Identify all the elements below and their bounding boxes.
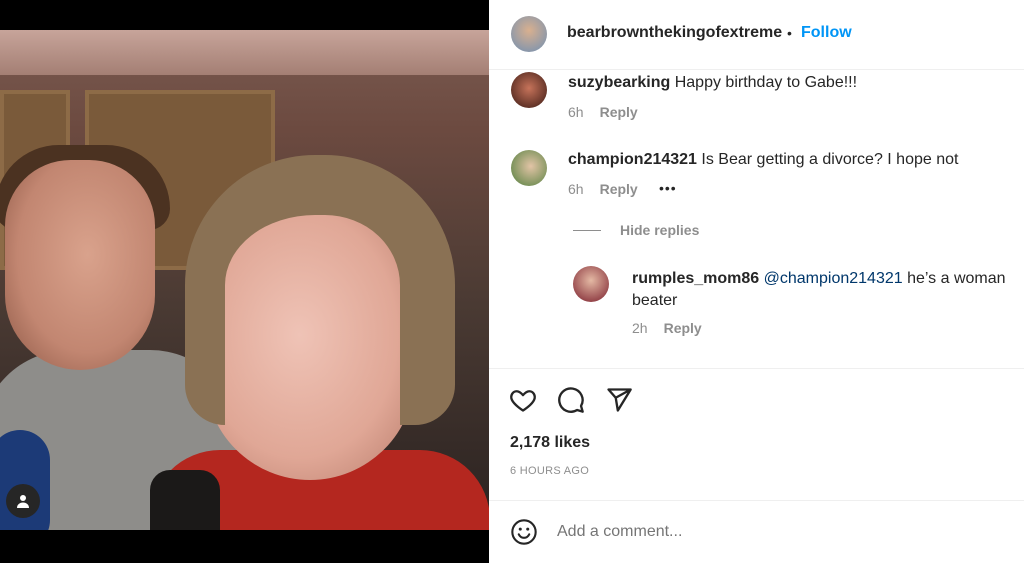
comment-meta: 6h Reply xyxy=(568,104,638,120)
actions-divider xyxy=(489,368,1024,369)
reply-meta: 2h Reply xyxy=(632,320,702,336)
photo-person-left-face xyxy=(5,160,155,370)
comment-item: champion214321 Is Bear getting a divorce… xyxy=(568,151,958,169)
header-separator: • xyxy=(787,25,792,41)
post-side-panel: bearbrownthekingofextreme • Follow suzyb… xyxy=(489,0,1024,563)
post-header: bearbrownthekingofextreme • Follow xyxy=(489,0,1024,70)
comment-text: Happy birthday to Gabe!!! xyxy=(674,74,858,91)
comment-item: suzybearking Happy birthday to Gabe!!! xyxy=(568,74,857,92)
photo-ceiling xyxy=(0,30,489,75)
commenter-avatar[interactable] xyxy=(511,150,547,186)
reply-item: rumples_mom86 @champion214321 he’s a wom… xyxy=(632,268,1012,312)
reply-avatar[interactable] xyxy=(573,266,609,302)
comment-bar xyxy=(489,500,1024,563)
reply-text-line1: he’s a woman xyxy=(902,270,1006,287)
photo-strap xyxy=(150,470,220,530)
reply-username[interactable]: rumples_mom86 xyxy=(632,270,759,287)
hide-replies-button[interactable]: Hide replies xyxy=(620,222,699,238)
follow-button[interactable]: Follow xyxy=(801,24,852,42)
instagram-post-view: bearbrownthekingofextreme • Follow suzyb… xyxy=(0,0,1024,563)
comment-text: Is Bear getting a divorce? I hope not xyxy=(701,151,959,168)
author-username[interactable]: bearbrownthekingofextreme xyxy=(567,24,782,42)
more-options-icon[interactable]: ••• xyxy=(659,180,677,196)
author-avatar[interactable] xyxy=(511,16,547,52)
commenter-avatar[interactable] xyxy=(511,72,547,108)
emoji-icon[interactable] xyxy=(510,518,538,551)
photo-person-right-hair xyxy=(185,155,455,425)
post-photo[interactable] xyxy=(0,30,489,530)
add-comment-input[interactable] xyxy=(557,523,977,541)
hide-replies-line xyxy=(573,230,601,231)
reply-button[interactable]: Reply xyxy=(600,181,638,197)
post-timestamp: 6 HOURS AGO xyxy=(510,465,590,477)
post-media[interactable] xyxy=(0,0,489,563)
comment-username[interactable]: suzybearking xyxy=(568,74,670,91)
reply-time: 2h xyxy=(632,320,648,336)
comment-username[interactable]: champion214321 xyxy=(568,151,697,168)
reply-text-line2: beater xyxy=(632,292,678,309)
reply-button[interactable]: Reply xyxy=(664,320,702,336)
reply-mention-link[interactable]: @champion214321 xyxy=(764,270,903,287)
likes-count[interactable]: 2,178 likes xyxy=(510,434,590,452)
comment-icon[interactable] xyxy=(557,386,585,419)
reply-button[interactable]: Reply xyxy=(600,104,638,120)
heart-icon[interactable] xyxy=(509,386,537,419)
comment-time: 6h xyxy=(568,181,584,197)
comment-meta: 6h Reply xyxy=(568,181,638,197)
tagged-user-icon[interactable] xyxy=(6,484,40,518)
comment-time: 6h xyxy=(568,104,584,120)
send-icon[interactable] xyxy=(605,386,633,419)
